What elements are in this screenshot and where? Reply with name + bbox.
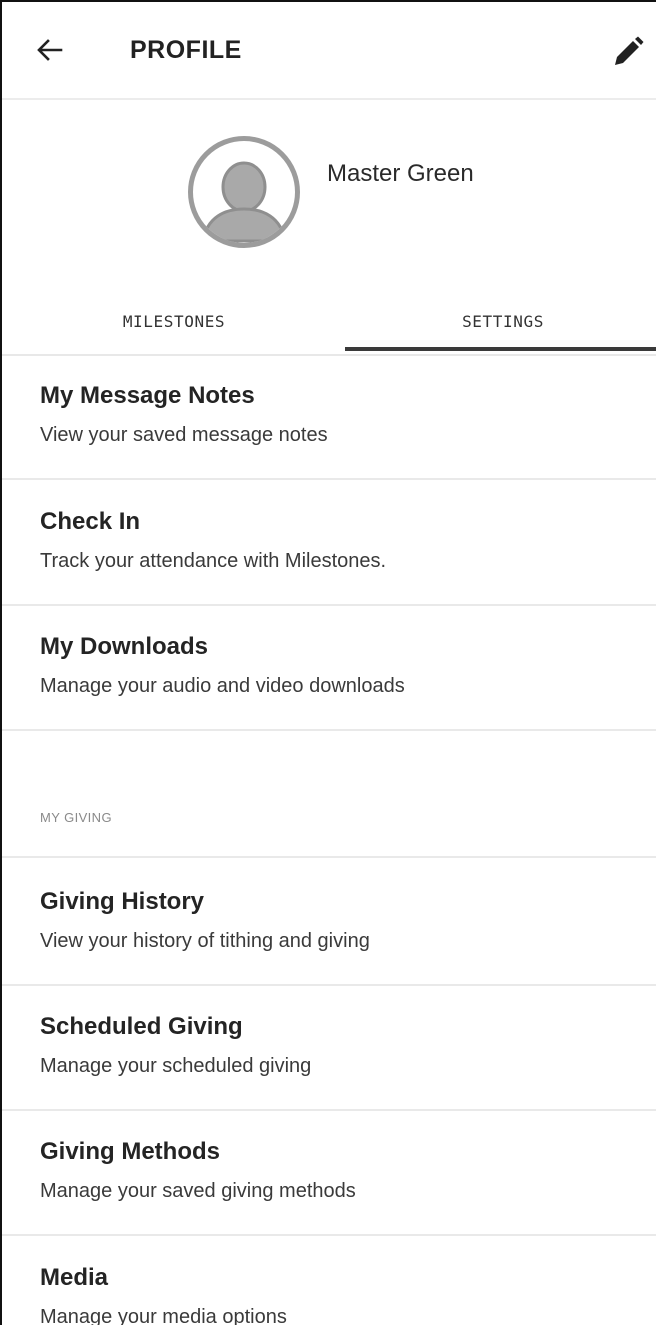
person-placeholder-icon	[201, 161, 287, 243]
app-screen: PROFILE Master Green MILESTONES SETTINGS…	[0, 0, 656, 1325]
avatar[interactable]	[188, 136, 300, 248]
item-subtitle: Manage your audio and video downloads	[40, 675, 405, 697]
settings-item-media[interactable]: Media Manage your media options	[2, 1234, 656, 1325]
item-title: My Downloads	[40, 633, 209, 660]
settings-item-giving-methods[interactable]: Giving Methods Manage your saved giving …	[2, 1108, 656, 1236]
section-label: MY GIVING	[40, 810, 112, 825]
item-title: Giving Methods	[40, 1138, 220, 1165]
arrow-left-icon	[37, 39, 63, 61]
item-title: Check In	[40, 508, 141, 535]
settings-item-giving-history[interactable]: Giving History View your history of tith…	[2, 858, 656, 986]
settings-item-downloads[interactable]: My Downloads Manage your audio and video…	[2, 603, 656, 731]
pencil-icon	[615, 36, 644, 65]
item-subtitle: View your history of tithing and giving	[40, 930, 370, 952]
item-subtitle: View your saved message notes	[40, 424, 328, 446]
app-header: PROFILE	[2, 0, 656, 100]
item-title: Giving History	[40, 888, 205, 915]
settings-item-check-in[interactable]: Check In Track your attendance with Mile…	[2, 478, 656, 606]
item-subtitle: Track your attendance with Milestones.	[40, 550, 387, 572]
profile-name: Master Green	[327, 160, 474, 187]
settings-item-message-notes[interactable]: My Message Notes View your saved message…	[2, 352, 656, 480]
item-subtitle: Manage your media options	[40, 1306, 287, 1325]
item-subtitle: Manage your saved giving methods	[40, 1180, 356, 1202]
edit-profile-button[interactable]	[608, 32, 648, 72]
page-title: PROFILE	[130, 36, 242, 64]
back-button[interactable]	[30, 30, 70, 70]
tab-settings[interactable]: SETTINGS	[346, 288, 656, 352]
settings-item-scheduled-giving[interactable]: Scheduled Giving Manage your scheduled g…	[2, 983, 656, 1111]
item-title: Media	[40, 1264, 109, 1291]
item-title: Scheduled Giving	[40, 1013, 243, 1040]
active-tab-indicator	[345, 347, 656, 351]
profile-tabs: MILESTONES SETTINGS	[2, 288, 656, 356]
tab-milestones[interactable]: MILESTONES	[2, 288, 346, 352]
item-subtitle: Manage your scheduled giving	[40, 1055, 312, 1077]
item-title: My Message Notes	[40, 382, 255, 409]
section-header-my-giving: MY GIVING	[2, 728, 656, 858]
